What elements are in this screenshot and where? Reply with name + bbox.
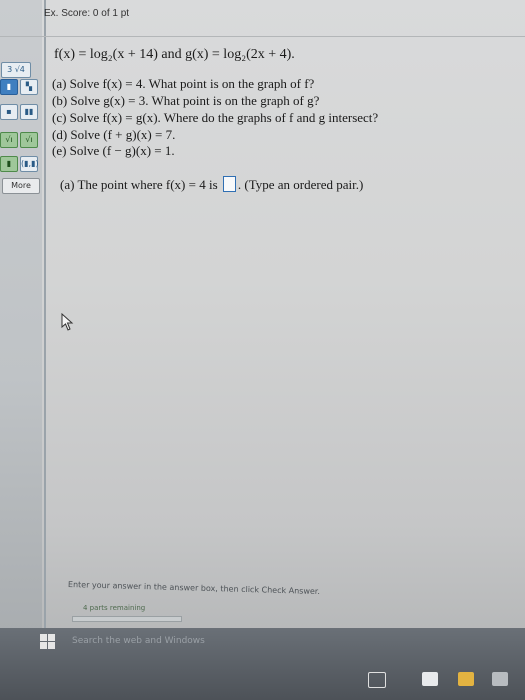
question-part-e: (e) Solve (f − g)(x) = 1.	[52, 143, 175, 158]
palette-button-fraction[interactable]: ▮	[0, 79, 18, 95]
browser-page: 3 √4 ▮ ▚ ▪ ▮▮ √ı √ı ▮ (▮,▮) More Ex. Sco…	[0, 0, 525, 700]
palette-button-nth-root[interactable]: √ı	[20, 132, 38, 148]
question-part-a: (a) Solve f(x) = 4. What point is on the…	[52, 76, 315, 91]
palette-button-absolute-value[interactable]: ▮▮	[20, 104, 38, 120]
edge-browser-icon[interactable]	[422, 672, 438, 686]
answer-input-box[interactable]	[222, 176, 236, 192]
prompt-text-before: (a) The point where f(x) = 4 is	[60, 177, 218, 192]
question-part-c: (c) Solve f(x) = g(x). Where do the grap…	[52, 110, 379, 125]
search-placeholder: Search the web and Windows	[72, 636, 205, 646]
palette-button-ordered-pair[interactable]: (▮,▮)	[20, 156, 39, 172]
taskbar-search-box[interactable]: Search the web and Windows	[64, 630, 244, 652]
exercise-score: Ex. Score: 0 of 1 pt	[44, 8, 129, 19]
question-part-d: (d) Solve (f + g)(x) = 7.	[52, 127, 176, 142]
score-value: 0 of 1 pt	[92, 8, 130, 19]
palette-button-exponent[interactable]: ▪	[0, 104, 18, 120]
answer-prompt: (a) The point where f(x) = 4 is . (Type …	[60, 176, 363, 193]
file-explorer-icon[interactable]	[458, 672, 474, 686]
math-palette-panel: 3 √4 ▮ ▚ ▪ ▮▮ √ı √ı ▮ (▮,▮) More	[0, 0, 42, 630]
header-divider	[0, 36, 525, 37]
progress-bar	[72, 616, 182, 622]
windows-start-icon[interactable]	[40, 634, 56, 650]
palette-button-subscript[interactable]: ▮	[0, 156, 18, 172]
prompt-text-after: . (Type an ordered pair.)	[237, 177, 364, 192]
palette-button-radical[interactable]: 3 √4	[1, 62, 31, 78]
question-part-b: (b) Solve g(x) = 3. What point is on the…	[52, 93, 320, 108]
instruction-text: Enter your answer in the answer box, the…	[67, 580, 321, 597]
parts-remaining-label: 4 parts remaining	[83, 604, 146, 612]
palette-button-square-root[interactable]: √ı	[0, 132, 18, 148]
panel-divider	[44, 0, 46, 640]
more-button[interactable]: More	[2, 178, 40, 194]
mouse-cursor-icon	[61, 313, 74, 331]
task-view-icon[interactable]	[368, 672, 386, 688]
windows-taskbar: Search the web and Windows	[0, 628, 525, 700]
palette-button-mixed-number[interactable]: ▚	[20, 79, 38, 95]
score-label: Ex. Score:	[44, 8, 91, 19]
problem-statement: f(x) = log₂(x + 14) and g(x) = log₂(2x +…	[54, 47, 295, 62]
store-icon[interactable]	[492, 672, 508, 686]
